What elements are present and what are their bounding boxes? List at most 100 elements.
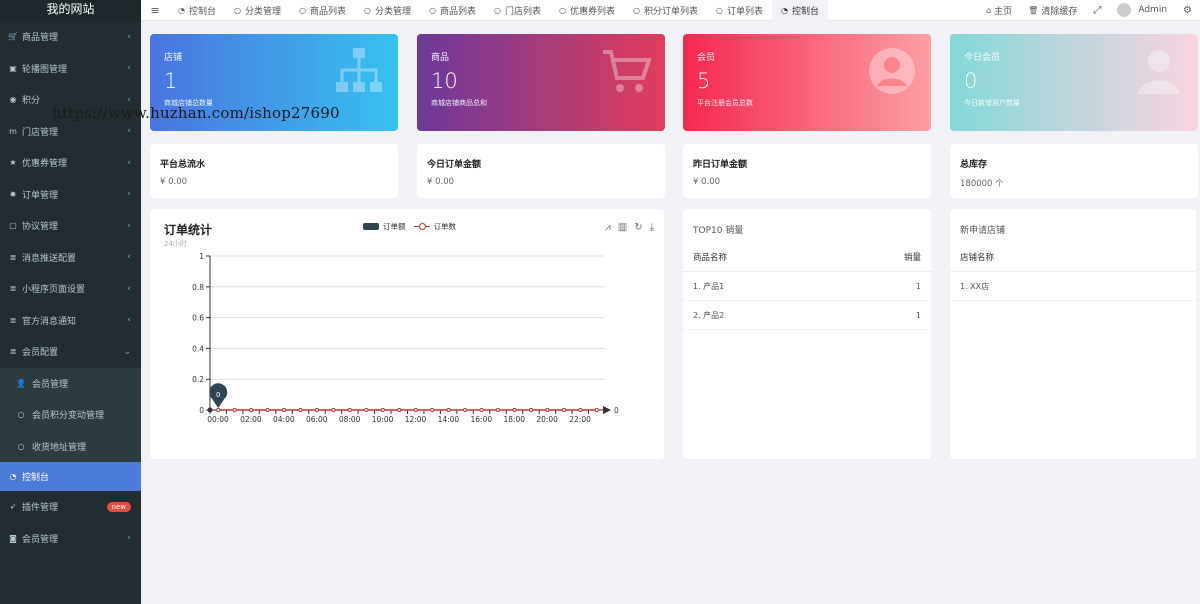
trash-icon: 🗑 (1028, 5, 1039, 15)
summary-label: 平台总流水 (160, 160, 206, 170)
x-tick-label: 00:00 (207, 415, 229, 424)
x-tick-label: 16:00 (471, 415, 493, 424)
circle-icon: ○ (716, 5, 723, 15)
tab[interactable]: ○ 分类管理 (225, 0, 290, 21)
table-row[interactable]: 1. XX店 (950, 272, 1196, 301)
rocket-icon: ➶ (9, 502, 17, 512)
tab[interactable]: ○ 优惠券列表 (550, 0, 624, 21)
user-circle-icon (869, 48, 915, 94)
tab[interactable]: ○ 商品列表 (290, 0, 355, 21)
clear-cache-label: 清除缓存 (1041, 6, 1078, 17)
summary-card: 今日订单金额 ¥ 0.00 (417, 144, 665, 198)
top10-header: 商品名称 销量 (683, 236, 931, 272)
stat-card: 商品 10 商城店铺商品总和 (417, 34, 665, 131)
y-tick-label: 0.2 (192, 375, 204, 384)
x-tick-label: 08:00 (339, 415, 361, 424)
sidebar-item[interactable]: 👤 会员管理 (0, 368, 141, 400)
sidebar-item-label: 控制台 (22, 473, 50, 483)
topbar: ≡ ◔ 控制台 ○ 分类管理 ○ 商品列表 ○ 分类管理 ○ 商品列表 ○ 门店列表 ○ 优惠券列表 ○ 积分… (141, 0, 1200, 21)
tab[interactable]: ◔ 控制台 (772, 0, 828, 21)
sidebar-item[interactable]: ≣ 消息推送配置 ‹ (0, 242, 141, 274)
sidebar-item[interactable]: ▢ 协议管理 ‹ (0, 210, 141, 242)
app-logo[interactable]: 我的网站 (0, 0, 141, 21)
fullscreen-icon[interactable]: ⤢ (1085, 5, 1109, 16)
tab-label: 商品列表 (309, 6, 346, 17)
chevron-icon: ‹ (127, 189, 131, 200)
x-tick-label: 06:00 (306, 415, 328, 424)
summary-value: 180000 个 (960, 179, 1004, 189)
tab[interactable]: ○ 分类管理 (355, 0, 420, 21)
line-point (430, 407, 435, 413)
col-store-name: 店铺名称 (960, 253, 995, 263)
table-row[interactable]: 2. 产品2 1 (683, 301, 931, 330)
sidebar-item-label: 官方消息通知 (22, 316, 77, 327)
sidebar-item-label: 会员积分变动管理 (32, 411, 105, 422)
user-menu[interactable]: Admin (1109, 3, 1175, 17)
sidebar-item[interactable]: ➶ 插件管理 new (0, 491, 141, 523)
tab[interactable]: ○ 门店列表 (485, 0, 550, 21)
sidebar-item[interactable]: ✹ 订单管理 ‹ (0, 179, 141, 211)
sales-count: 1 (915, 310, 921, 320)
sidebar-item[interactable]: 🛒 商品管理 ‹ (0, 21, 141, 53)
circle-icon: ○ (364, 5, 371, 15)
sidebar-item[interactable]: ≣ 小程序页面设置 ‹ (0, 273, 141, 305)
circle-icon: ○ (633, 5, 640, 15)
list-icon: ≣ (9, 315, 17, 325)
y-tick-label: 0.4 (192, 344, 204, 353)
x-tick-label: 12:00 (405, 415, 427, 424)
cart-icon: 🛒 (8, 32, 18, 42)
line-point (314, 407, 320, 413)
gear-icon: ✹ (9, 189, 17, 199)
chevron-icon: ‹ (127, 533, 131, 544)
list-icon: ≣ (9, 347, 17, 357)
sidebar-submenu: 👤 会员管理 ○ 会员积分变动管理 ○ 收货地址管理 (0, 367, 141, 463)
line-point (380, 407, 385, 413)
line-point (331, 407, 336, 413)
sidebar-item[interactable]: ≣ 会员配置 ⌄ (0, 336, 141, 368)
image-icon: ▣ (9, 63, 17, 73)
chevron-icon: ‹ (127, 252, 131, 263)
circle-icon: ○ (234, 5, 241, 15)
x-tick-label: 22:00 (569, 415, 591, 424)
top10-title: TOP10 销量 (693, 226, 744, 236)
x-tick-label: 02:00 (240, 415, 262, 424)
settings-icon[interactable]: ⚙ (1175, 5, 1200, 16)
user-circle-icon: ◙ (9, 533, 17, 543)
sidebar-item-label: 订单管理 (22, 190, 59, 201)
sidebar-item[interactable]: ○ 会员积分变动管理 (0, 399, 141, 431)
tab-label: 分类管理 (374, 6, 411, 17)
line-point (397, 407, 402, 413)
sidebar-item[interactable]: ◙ 会员管理 ‹ (0, 523, 141, 555)
sidebar-item[interactable]: ★ 优惠券管理 ‹ (0, 147, 141, 179)
sidebar-item[interactable]: ≣ 官方消息通知 ‹ (0, 305, 141, 337)
user-icon (1138, 50, 1180, 94)
chevron-icon: ‹ (127, 315, 131, 326)
home-link[interactable]: ⌂ 主页 (978, 4, 1020, 17)
tab[interactable]: ○ 积分订单列表 (624, 0, 707, 21)
tab[interactable]: ○ 订单列表 (707, 0, 772, 21)
tab-label: 分类管理 (244, 6, 281, 17)
sidebar-item-label: 轮播图管理 (22, 64, 68, 75)
line-point (578, 407, 583, 413)
new-stores-title: 新申请店铺 (960, 226, 1006, 236)
circle-icon: ○ (17, 441, 25, 451)
order-chart: 00.20.40.60.81000:00 02:00 04:00 06:00 08:00… (192, 252, 619, 424)
table-row[interactable]: 1. 产品1 1 (683, 272, 931, 301)
sidebar-item-label: 优惠券管理 (22, 159, 68, 170)
sidebar-item[interactable]: ◔ 控制台 (0, 462, 141, 491)
tab[interactable]: ○ 商品列表 (420, 0, 485, 21)
x-tick-label: 04:00 (273, 415, 295, 424)
sidebar-item-label: 收货地址管理 (32, 442, 87, 453)
sidebar-item[interactable]: ○ 收货地址管理 (0, 431, 141, 463)
product-name: 2. 产品2 (693, 310, 725, 320)
menu-toggle-icon[interactable]: ≡ (141, 4, 169, 17)
chevron-icon: ‹ (127, 126, 131, 137)
tab[interactable]: ◔ 控制台 (169, 0, 225, 21)
clear-cache-button[interactable]: 🗑 清除缓存 (1020, 4, 1085, 17)
list-icon: ≣ (9, 284, 17, 294)
sidebar-item-label: 插件管理 (22, 503, 59, 514)
y2-axis-label: 0 (614, 406, 619, 415)
summary-label: 昨日订单金额 (693, 160, 748, 170)
y-tick-label: 1 (199, 252, 204, 261)
sidebar-item[interactable]: ▣ 轮播图管理 ‹ (0, 53, 141, 85)
